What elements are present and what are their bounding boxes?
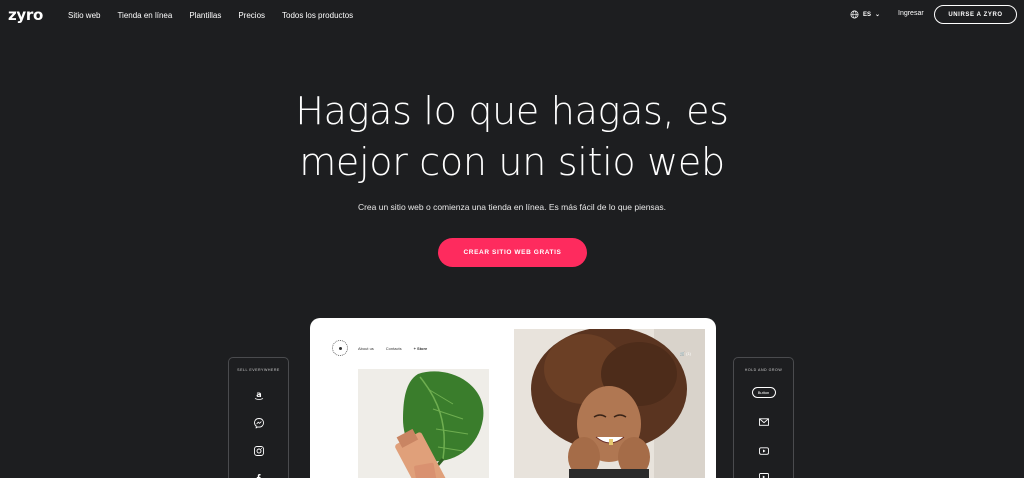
login-link[interactable]: Ingresar xyxy=(898,10,924,17)
chevron-down-icon: ⌄ xyxy=(875,12,881,18)
create-website-button[interactable]: CREAR SITIO WEB GRATIS xyxy=(438,238,587,267)
cart-icon: 🛒 xyxy=(680,351,685,356)
amazon-icon: a xyxy=(254,390,263,400)
hero-title: Hagas lo que hagas, es mejor con un siti… xyxy=(0,86,1024,188)
sample-button[interactable]: Button xyxy=(751,387,776,398)
preview-logo xyxy=(332,340,348,356)
panel-title: HOLD AND GROW xyxy=(744,368,783,372)
instagram-icon xyxy=(253,446,264,456)
woman-portrait-illustration xyxy=(514,329,705,478)
nav-link-precios[interactable]: Precios xyxy=(238,11,265,20)
language-selector[interactable]: ES ⌄ xyxy=(850,10,880,19)
mail-icon xyxy=(758,418,769,426)
video-icon xyxy=(758,473,769,478)
leaf-product-illustration xyxy=(358,369,489,478)
nav-link-sitio-web[interactable]: Sitio web xyxy=(68,11,100,20)
cart-count: (1) xyxy=(686,351,691,356)
hero-subtitle: Crea un sitio web o comienza una tienda … xyxy=(357,202,667,212)
preview-nav-contacts: Contacts xyxy=(385,346,402,351)
join-button[interactable]: UNIRSE A ZYRO xyxy=(934,5,1017,24)
preview-nav-about: About us xyxy=(358,346,374,351)
svg-text:a: a xyxy=(256,390,261,399)
facebook-icon xyxy=(256,474,261,478)
hold-and-grow-panel: HOLD AND GROW Button xyxy=(733,357,794,478)
nav-link-productos[interactable]: Todos los productos xyxy=(282,11,353,20)
preview-nav-store: + Store xyxy=(413,346,428,351)
nav-link-plantillas[interactable]: Plantillas xyxy=(189,11,221,20)
product-image xyxy=(358,369,489,478)
logo[interactable]: zyro xyxy=(8,6,43,24)
language-code: ES xyxy=(863,11,872,18)
messenger-icon xyxy=(253,418,264,429)
sell-everywhere-panel: SELL EVERYWHERE a xyxy=(228,357,289,478)
hero-title-line1: Hagas lo que hagas, es xyxy=(295,89,729,133)
preview-nav: About us Contacts + Store xyxy=(358,346,427,351)
panel-title: SELL EVERYWHERE xyxy=(237,368,280,372)
cart-indicator: 🛒 (1) xyxy=(680,351,691,356)
nav-links: Sitio web Tienda en línea Plantillas Pre… xyxy=(68,11,370,20)
nav-link-tienda[interactable]: Tienda en línea xyxy=(117,11,172,20)
globe-icon xyxy=(850,10,859,19)
youtube-icon xyxy=(758,447,769,455)
website-preview: About us Contacts + Store 🛒 (1) xyxy=(310,318,716,478)
hero-title-line2: mejor con un sitio web xyxy=(299,140,725,184)
portrait-image: 🛒 (1) xyxy=(514,329,705,478)
top-nav: zyro Sitio web Tienda en línea Plantilla… xyxy=(0,0,1024,32)
